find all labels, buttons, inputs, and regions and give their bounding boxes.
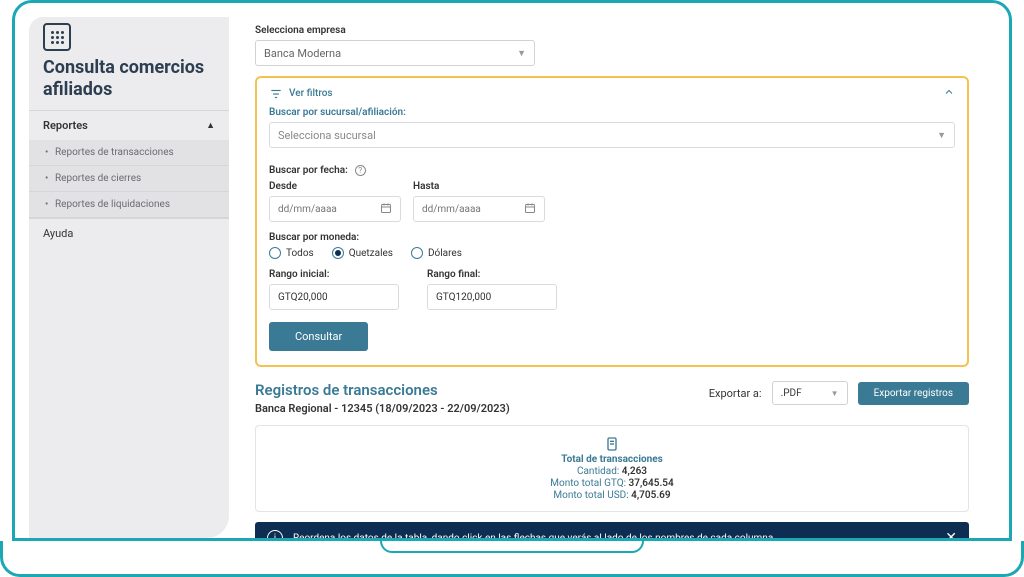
summary-usd-value: 4,705.69 bbox=[631, 490, 670, 501]
date-filter-label: Buscar por fecha: bbox=[269, 165, 348, 176]
nav-section-label: Reportes bbox=[43, 119, 88, 132]
company-label: Selecciona empresa bbox=[255, 25, 969, 36]
filter-toggle[interactable]: Ver filtros bbox=[269, 87, 333, 101]
branch-filter-label: Buscar por sucursal/afiliación: bbox=[269, 107, 955, 118]
range-from-label: Rango inicial: bbox=[269, 269, 399, 280]
company-select[interactable]: Banca Moderna ▼ bbox=[255, 40, 535, 66]
filter-card: Ver filtros Buscar por sucursal/afiliaci… bbox=[255, 76, 969, 367]
chevron-down-icon: ▼ bbox=[517, 48, 526, 59]
date-to-input[interactable] bbox=[413, 196, 545, 222]
info-banner-text: Reordena los datos de la tabla, dando cl… bbox=[293, 533, 935, 539]
summary-qty-label: Cantidad: bbox=[577, 466, 619, 477]
radio-icon bbox=[411, 247, 423, 259]
radio-quetzales[interactable]: Quetzales bbox=[332, 247, 393, 259]
sidebar-title: Consulta comercios afiliados bbox=[29, 55, 229, 110]
results-subtitle: Banca Regional - 12345 (18/09/2023 - 22/… bbox=[255, 402, 510, 415]
chevron-up-icon: ▲ bbox=[206, 120, 215, 131]
calendar-icon bbox=[524, 202, 536, 217]
collapse-filter-button[interactable] bbox=[943, 86, 955, 101]
export-format-value: .PDF bbox=[781, 388, 802, 399]
summary-gtq-value: 37,645.54 bbox=[629, 478, 674, 489]
nav-item-ayuda[interactable]: Ayuda bbox=[29, 218, 229, 248]
nav-section-reportes[interactable]: Reportes ▲ bbox=[29, 111, 229, 140]
export-button[interactable]: Exportar registros bbox=[858, 382, 969, 405]
summary-usd-label: Monto total USD: bbox=[553, 490, 628, 501]
info-banner: i Reordena los datos de la tabla, dando … bbox=[255, 522, 969, 538]
range-to-label: Rango final: bbox=[427, 269, 557, 280]
device-base bbox=[0, 541, 1024, 577]
range-to-field[interactable] bbox=[436, 292, 548, 303]
chevron-down-icon: ▼ bbox=[831, 389, 839, 398]
info-icon: i bbox=[267, 530, 283, 538]
consultar-button[interactable]: Consultar bbox=[269, 322, 368, 351]
summary-card: Total de transacciones Cantidad: 4,263 M… bbox=[255, 425, 969, 512]
branch-placeholder: Selecciona sucursal bbox=[278, 129, 376, 142]
date-from-label: Desde bbox=[269, 181, 401, 192]
chevron-up-icon bbox=[943, 86, 955, 98]
calendar-icon bbox=[380, 202, 392, 217]
summary-qty-value: 4,263 bbox=[622, 466, 647, 477]
filter-toggle-label: Ver filtros bbox=[289, 88, 333, 99]
main-content: Selecciona empresa Banca Moderna ▼ Ver f… bbox=[229, 17, 995, 538]
currency-filter-label: Buscar por moneda: bbox=[269, 232, 955, 243]
summary-title: Total de transacciones bbox=[266, 454, 958, 465]
app-logo-icon bbox=[43, 23, 71, 51]
export-label: Exportar a: bbox=[709, 387, 762, 400]
date-to-field[interactable] bbox=[422, 204, 524, 215]
help-icon[interactable]: ? bbox=[355, 165, 366, 176]
export-format-select[interactable]: .PDF ▼ bbox=[772, 381, 848, 405]
close-banner-button[interactable]: ✕ bbox=[945, 530, 957, 538]
nav-item-liquidaciones[interactable]: Reportes de liquidaciones bbox=[29, 192, 229, 218]
radio-dolares[interactable]: Dólares bbox=[411, 247, 462, 259]
filter-icon bbox=[269, 87, 283, 101]
range-from-input[interactable] bbox=[269, 284, 399, 310]
results-title: Registros de transacciones bbox=[255, 381, 510, 399]
sidebar: Consulta comercios afiliados Reportes ▲ … bbox=[29, 17, 229, 538]
radio-icon bbox=[269, 247, 281, 259]
radio-todos[interactable]: Todos bbox=[269, 247, 314, 259]
branch-select[interactable]: Selecciona sucursal ▼ bbox=[269, 122, 955, 148]
date-to-label: Hasta bbox=[413, 181, 545, 192]
summary-gtq-label: Monto total GTQ: bbox=[550, 478, 626, 489]
transactions-icon bbox=[266, 436, 958, 452]
date-from-field[interactable] bbox=[278, 204, 380, 215]
radio-icon bbox=[332, 247, 344, 259]
range-to-input[interactable] bbox=[427, 284, 557, 310]
date-from-input[interactable] bbox=[269, 196, 401, 222]
company-value: Banca Moderna bbox=[264, 47, 341, 60]
range-from-field[interactable] bbox=[278, 292, 390, 303]
nav-item-transacciones[interactable]: Reportes de transacciones bbox=[29, 140, 229, 166]
chevron-down-icon: ▼ bbox=[937, 130, 946, 141]
nav-item-cierres[interactable]: Reportes de cierres bbox=[29, 166, 229, 192]
